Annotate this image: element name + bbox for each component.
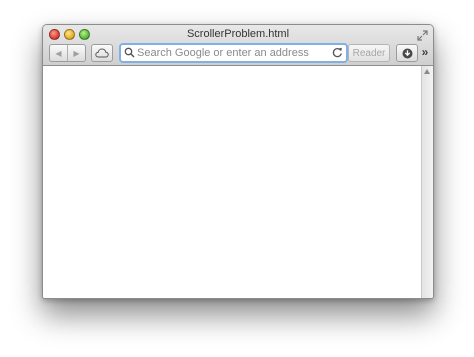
- minimize-button[interactable]: [64, 29, 75, 40]
- toolbar-overflow-button[interactable]: »: [419, 45, 431, 59]
- window-toolbar: ScrollerProblem.html ◀ ▶ Search Google o…: [43, 25, 433, 66]
- address-bar[interactable]: [119, 43, 348, 63]
- browser-window: ScrollerProblem.html ◀ ▶ Search Google o…: [42, 24, 434, 299]
- back-arrow-icon: ◀: [55, 48, 62, 58]
- downloads-icon: [402, 48, 412, 58]
- address-input[interactable]: [137, 45, 327, 61]
- page-content: [43, 66, 421, 298]
- zoom-button[interactable]: [79, 29, 90, 40]
- icloud-tabs-button[interactable]: [91, 44, 113, 62]
- reload-icon[interactable]: [332, 47, 343, 58]
- cloud-icon: [95, 48, 109, 58]
- window-title: ScrollerProblem.html: [186, 28, 290, 40]
- close-button[interactable]: [49, 29, 60, 40]
- search-icon: [124, 47, 135, 58]
- forward-arrow-icon: ▶: [73, 48, 80, 58]
- back-forward-group: ◀ ▶: [49, 44, 86, 62]
- reader-button[interactable]: Reader: [348, 44, 390, 62]
- back-button[interactable]: ◀: [50, 45, 68, 61]
- vertical-scrollbar[interactable]: [421, 66, 433, 298]
- scroll-up-arrow-icon[interactable]: [424, 69, 430, 74]
- downloads-button[interactable]: [396, 44, 418, 62]
- forward-button[interactable]: ▶: [68, 45, 85, 61]
- fullscreen-icon[interactable]: [417, 28, 428, 41]
